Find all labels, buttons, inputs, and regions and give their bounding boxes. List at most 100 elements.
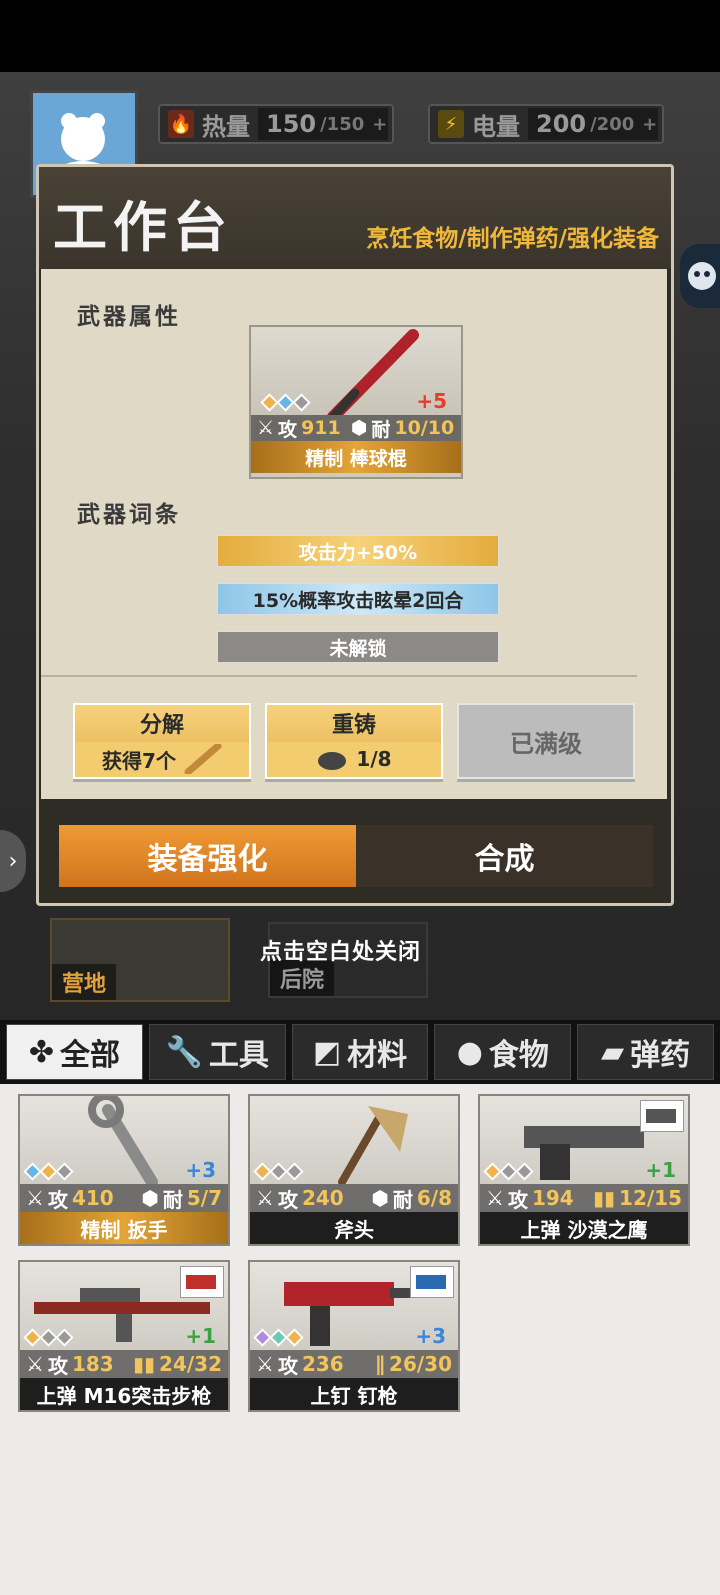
weapon-name: 精制 棒球棍 bbox=[251, 441, 461, 473]
decompose-reward: 获得7个 bbox=[75, 741, 249, 777]
divider bbox=[41, 675, 637, 677]
bullet-icon: ▮▮ bbox=[593, 1186, 616, 1210]
dur-value: 10/10 bbox=[394, 417, 455, 439]
grid-icon: ✤ bbox=[28, 1034, 54, 1070]
item-name: 精制 扳手 bbox=[20, 1212, 228, 1244]
side-menu-handle[interactable] bbox=[680, 244, 720, 308]
quality-gems bbox=[23, 1162, 74, 1181]
axe-image bbox=[250, 1096, 458, 1186]
tab-materials[interactable]: ◩ 材料 bbox=[291, 1024, 429, 1080]
enhance-level: +3 bbox=[185, 1158, 216, 1182]
inventory-item-nail-gun[interactable]: +3 ⚔ 攻 236 ∥ 26/30 上钉 钉枪 bbox=[248, 1260, 460, 1412]
gem-icon bbox=[292, 393, 311, 412]
materials-icon: ◩ bbox=[312, 1034, 342, 1070]
recast-cost: 1/8 bbox=[267, 741, 441, 777]
tab-ammo[interactable]: ▰ 弹药 bbox=[577, 1024, 714, 1080]
quality-gems bbox=[483, 1162, 534, 1181]
quality-gems bbox=[253, 1162, 304, 1181]
ammo-box-icon bbox=[410, 1266, 454, 1298]
item-stats: ⚔ 攻 236 ∥ 26/30 bbox=[250, 1350, 458, 1378]
shield-icon: ⬢ bbox=[371, 1186, 389, 1210]
enhance-level: +5 bbox=[416, 389, 447, 413]
item-name: 上弹 沙漠之鹰 bbox=[480, 1212, 688, 1244]
item-stats: ⚔ 攻 194 ▮▮ 12/15 bbox=[480, 1184, 688, 1212]
heat-label: 热量 bbox=[202, 112, 250, 141]
weapon-affix-label: 武器词条 bbox=[77, 502, 181, 528]
item-stats: ⚔ 攻 183 ▮▮ 24/32 bbox=[20, 1350, 228, 1378]
quality-gems bbox=[23, 1328, 74, 1347]
atk-value: 911 bbox=[301, 417, 341, 439]
ore-icon bbox=[318, 752, 347, 771]
weapon-stats: ⚔ 攻 911 ⬢ 耐 10/10 bbox=[251, 415, 461, 441]
quality-gems bbox=[253, 1328, 304, 1347]
crossed-swords-icon: ⚔ bbox=[486, 1186, 504, 1210]
tab-tools[interactable]: 🔧 工具 bbox=[148, 1024, 286, 1080]
baseball-bat-image: +5 bbox=[251, 327, 461, 423]
wrench-image: +3 bbox=[20, 1092, 228, 1188]
atk-label: 攻 bbox=[278, 418, 298, 441]
decompose-label: 分解 bbox=[139, 713, 184, 739]
power-label: 电量 bbox=[472, 112, 520, 141]
power-value: 200/200 + bbox=[528, 108, 658, 140]
recast-label: 重铸 bbox=[331, 713, 376, 739]
affix-2: 15%概率攻击眩晕2回合 bbox=[217, 583, 499, 615]
inventory-item-m16[interactable]: +1 ⚔ 攻 183 ▮▮ 24/32 上弹 M16突击步枪 bbox=[18, 1260, 230, 1412]
enhance-level: +1 bbox=[645, 1158, 676, 1182]
item-stats: ⚔ 攻 240 ⬢ 耐 6/8 bbox=[250, 1184, 458, 1212]
nav-camp[interactable]: 营地 bbox=[50, 918, 230, 1002]
nail-gun-image: +3 bbox=[250, 1262, 458, 1350]
maxed-label: 已满级 bbox=[510, 729, 582, 758]
rifle-image: +1 bbox=[20, 1262, 228, 1350]
modal-header: 工作台 烹饪食物/制作弹药/强化装备 bbox=[39, 167, 671, 269]
inventory-item-desert-eagle[interactable]: +1 ⚔ 攻 194 ▮▮ 12/15 上弹 沙漠之鹰 bbox=[478, 1094, 690, 1246]
crossed-swords-icon: ⚔ bbox=[26, 1186, 44, 1210]
weapon-card[interactable]: +5 ⚔ 攻 911 ⬢ 耐 10/10 精制 棒球棍 bbox=[249, 325, 463, 479]
food-icon: ● bbox=[456, 1034, 483, 1070]
weapon-attr-label: 武器属性 bbox=[77, 304, 181, 330]
heat-resource[interactable]: 🔥 热量 150/150 + bbox=[158, 104, 394, 144]
inventory-grid: +3 ⚔ 攻 410 ⬢ 耐 5/7 精制 扳手 ⚔ 攻 240 ⬢ 耐 6/8 斧头 +1 ⚔ 攻 1… bbox=[0, 1084, 720, 1595]
tab-food[interactable]: ● 食物 bbox=[434, 1024, 572, 1080]
crossed-swords-icon: ⚔ bbox=[256, 1186, 274, 1210]
bullet-icon: ▮▮ bbox=[133, 1352, 156, 1376]
tab-all[interactable]: ✤ 全部 bbox=[6, 1024, 143, 1080]
item-name: 上钉 钉枪 bbox=[250, 1378, 458, 1410]
close-hint: 点击空白处关闭 bbox=[260, 940, 422, 965]
ammo-box-icon bbox=[180, 1266, 224, 1298]
ammo-box-icon bbox=[640, 1100, 684, 1132]
crossed-swords-icon: ⚔ bbox=[26, 1352, 44, 1376]
camp-label: 营地 bbox=[52, 964, 117, 1000]
flame-icon: 🔥 bbox=[168, 110, 194, 138]
shield-icon: ⬢ bbox=[350, 417, 368, 439]
item-name: 上弹 M16突击步枪 bbox=[20, 1378, 228, 1410]
inventory-item-axe[interactable]: ⚔ 攻 240 ⬢ 耐 6/8 斧头 bbox=[248, 1094, 460, 1246]
wrench-icon: 🔧 bbox=[165, 1034, 203, 1070]
recast-button[interactable]: 重铸 1/8 bbox=[265, 703, 443, 779]
modal-subtitle: 烹饪食物/制作弹药/强化装备 bbox=[366, 226, 659, 252]
enhance-level: +3 bbox=[415, 1324, 446, 1348]
pistol-image: +1 bbox=[480, 1096, 688, 1184]
crossed-swords-icon: ⚔ bbox=[256, 1352, 274, 1376]
category-tabs: ✤ 全部 🔧 工具 ◩ 材料 ● 食物 ▰ 弹药 bbox=[0, 1020, 720, 1084]
tab-craft[interactable]: 合成 bbox=[356, 825, 653, 887]
power-resource[interactable]: ⚡ 电量 200/200 + bbox=[428, 104, 664, 144]
affix-1: 攻击力+50% bbox=[217, 535, 499, 567]
tab-enhance[interactable]: 装备强化 bbox=[59, 825, 356, 887]
heat-value: 150/150 + bbox=[258, 108, 388, 140]
modal-tabs: 装备强化 合成 bbox=[59, 825, 653, 887]
bullet-icon: ▰ bbox=[601, 1034, 625, 1070]
decompose-button[interactable]: 分解 获得7个 bbox=[73, 703, 251, 779]
baseball-bat-icon bbox=[184, 744, 222, 775]
shield-icon: ⬢ bbox=[141, 1186, 159, 1210]
affix-3-locked: 未解锁 bbox=[217, 631, 499, 663]
crossed-swords-icon: ⚔ bbox=[257, 417, 275, 439]
nail-icon: ∥ bbox=[375, 1352, 386, 1376]
enhance-level: +1 bbox=[185, 1324, 216, 1348]
quality-gems bbox=[260, 393, 311, 412]
modal-title: 工作台 bbox=[53, 196, 233, 259]
maxed-button[interactable]: 已满级 bbox=[457, 703, 635, 779]
battery-icon: ⚡ bbox=[438, 110, 464, 138]
inventory-item-wrench[interactable]: +3 ⚔ 攻 410 ⬢ 耐 5/7 精制 扳手 bbox=[18, 1092, 230, 1246]
item-stats: ⚔ 攻 410 ⬢ 耐 5/7 bbox=[20, 1184, 228, 1212]
item-name: 斧头 bbox=[250, 1212, 458, 1244]
